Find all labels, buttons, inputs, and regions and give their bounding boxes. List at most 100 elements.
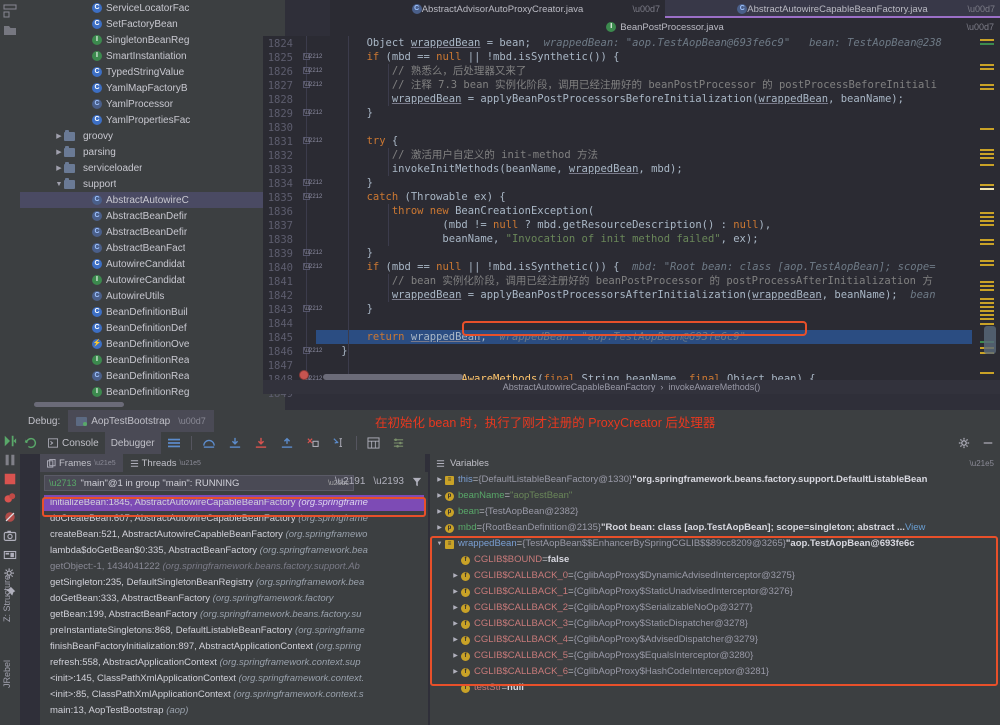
collapse-arrow-icon[interactable]: ▼	[434, 536, 445, 552]
close-icon[interactable]: \u00d7	[967, 4, 995, 14]
subtab-frames[interactable]: Frames \u21e5	[40, 454, 123, 472]
pause-program-icon[interactable]	[3, 453, 17, 467]
code-text-area[interactable]: Object wrappedBean = bean; wrappedBean: …	[316, 36, 972, 381]
code-line[interactable]: throw new BeanCreationException(	[316, 204, 972, 218]
editor-tab-abstract-advisor-auto-proxy-creator[interactable]: C AbstractAdvisorAutoProxyCreator.java \…	[330, 0, 665, 18]
frame-row[interactable]: initializeBean:1845, AbstractAutowireCap…	[44, 495, 424, 511]
code-line[interactable]: }	[316, 106, 972, 120]
drop-frame-button[interactable]	[300, 432, 326, 454]
tree-item[interactable]: ▶ serviceloader	[20, 160, 285, 176]
tree-item[interactable]: C BeanDefinitionBuil	[20, 304, 285, 320]
move-up-icon[interactable]: \u2191	[335, 476, 366, 487]
step-over-button[interactable]	[196, 432, 222, 454]
fold-marker[interactable]: \u2212	[303, 179, 322, 186]
frame-row[interactable]: getBean:199, AbstractBeanFactory (org.sp…	[44, 607, 424, 623]
variable-row[interactable]: ▶ p beanName = "aopTestBean"	[430, 488, 1000, 504]
tree-item[interactable]: C BeanDefinitionDef	[20, 320, 285, 336]
code-line[interactable]: wrappedBean = applyBeanPostProcessorsBef…	[316, 92, 972, 106]
fold-marker[interactable]: \u2212	[303, 305, 322, 312]
code-line[interactable]: }	[316, 246, 972, 260]
tree-item[interactable]: C BeanDefinitionRea	[20, 368, 285, 384]
folder-icon[interactable]	[2, 22, 18, 38]
tree-item[interactable]: I SmartInstantiation	[20, 48, 285, 64]
variable-row[interactable]: ▶ f CGLIB$CALLBACK_6 = {CglibAopProxy$Hash…	[430, 664, 1000, 680]
variables-panel[interactable]: ▶ ≡ this = {DefaultListableBeanFactory@133…	[430, 472, 1000, 725]
tree-item[interactable]: ▶ groovy	[20, 128, 285, 144]
editor-right-gutter[interactable]	[972, 36, 1000, 394]
tree-item[interactable]: C AutowireCandidat	[20, 256, 285, 272]
fold-marker[interactable]: \u2212	[303, 53, 322, 60]
expand-arrow-icon[interactable]: ▶	[54, 148, 64, 156]
expand-arrow-icon[interactable]: ▶	[434, 520, 445, 536]
breadcrumb-method[interactable]: invokeAwareMethods()	[668, 382, 760, 392]
code-line[interactable]: invokeInitMethods(beanName, wrappedBean,…	[316, 162, 972, 176]
variable-row[interactable]: ▶ p bean = {TestAopBean@2382}	[430, 504, 1000, 520]
structure-tool-label[interactable]: Z: Structure	[2, 575, 12, 622]
breadcrumb-class[interactable]: AbstractAutowireCapableBeanFactory	[503, 382, 656, 392]
code-line[interactable]: }	[316, 344, 972, 358]
editor-tab-abstract-autowire-capable-bean-factory[interactable]: C AbstractAutowireCapableBeanFactory.jav…	[665, 0, 1000, 18]
code-line[interactable]: wrappedBean = applyBeanPostProcessorsAft…	[316, 288, 972, 302]
project-tree-hscrollbar[interactable]	[34, 402, 124, 407]
frame-row[interactable]: <init>:85, ClassPathXmlApplicationContex…	[44, 687, 424, 703]
expand-arrow-icon[interactable]: ▶	[450, 648, 461, 664]
view-breakpoints-icon[interactable]	[3, 491, 17, 505]
editor-tab-bean-post-processor[interactable]: I BeanPostProcessor.java \u00d7	[330, 18, 1000, 36]
hide-panel-button[interactable]	[976, 432, 1000, 454]
fold-marker[interactable]: \u2212	[303, 109, 322, 116]
tree-item[interactable]: ▼ support	[20, 176, 285, 192]
mute-breakpoints-rail-icon[interactable]	[3, 510, 17, 524]
expand-arrow-icon[interactable]: ▶	[450, 664, 461, 680]
expand-arrow-icon[interactable]: ▶	[450, 584, 461, 600]
tree-item[interactable]: I BeanDefinitionReg	[20, 384, 285, 400]
code-line[interactable]: beanName, "Invocation of init method fai…	[316, 232, 972, 246]
variables-list[interactable]: ▶ ≡ this = {DefaultListableBeanFactory@133…	[430, 472, 1000, 696]
tree-item[interactable]: C YamlMapFactoryB	[20, 80, 285, 96]
view-link[interactable]: View	[905, 520, 925, 536]
variable-row[interactable]: ▶ f CGLIB$CALLBACK_1 = {CglibAopProxy$Stat…	[430, 584, 1000, 600]
variable-row[interactable]: f testStr = null	[430, 680, 1000, 696]
expand-arrow-icon[interactable]: ▶	[434, 472, 445, 488]
tree-item[interactable]: ▶ parsing	[20, 144, 285, 160]
code-line[interactable]: }	[316, 302, 972, 316]
expand-arrow-icon[interactable]: ▶	[450, 632, 461, 648]
code-line[interactable]: if (mbd == null || !mbd.isSynthetic()) {…	[316, 260, 972, 274]
tree-item[interactable]: I SingletonBeanReg	[20, 32, 285, 48]
tree-item[interactable]: C ServiceLocatorFac	[20, 0, 285, 16]
subtab-threads[interactable]: Threads \u21e5	[123, 454, 208, 472]
tree-item[interactable]: C TypedStringValue	[20, 64, 285, 80]
fold-marker[interactable]: \u2212	[303, 67, 322, 74]
debug-action-rail[interactable]: Z: Structure JRebel	[0, 410, 20, 725]
step-out-button[interactable]	[274, 432, 300, 454]
camera-icon[interactable]	[3, 529, 17, 543]
frame-row[interactable]: doGetBean:333, AbstractBeanFactory (org.…	[44, 591, 424, 607]
code-line[interactable]: catch (Throwable ex) {	[316, 190, 972, 204]
project-tree-panel[interactable]: C ServiceLocatorFac C SetFactoryBean I Single…	[20, 0, 285, 410]
frame-row[interactable]: getSingleton:235, DefaultSingletonBeanRe…	[44, 575, 424, 591]
code-line[interactable]: try {	[316, 134, 972, 148]
tree-item[interactable]: I AutowireCandidat	[20, 272, 285, 288]
frame-row[interactable]: lambda$doGetBean$0:335, AbstractBeanFact…	[44, 543, 424, 559]
code-line[interactable]: // bean 实例化阶段，调用已经注册好的 beanPostProcessor…	[316, 274, 972, 288]
tree-item[interactable]: C AbstractBeanDefir	[20, 224, 285, 240]
variable-row[interactable]: ▶ f CGLIB$CALLBACK_5 = {CglibAopProxy$Equa…	[430, 648, 1000, 664]
filter-icon[interactable]	[412, 477, 422, 487]
expand-arrow-icon[interactable]: ▶	[54, 164, 64, 172]
code-line[interactable]: if (mbd == null || !mbd.isSynthetic()) {	[316, 50, 972, 64]
variable-row[interactable]: ▶ p mbd = {RootBeanDefinition@2135} "Root …	[430, 520, 1000, 536]
breadcrumb[interactable]: AbstractAutowireCapableBeanFactory › inv…	[263, 380, 1000, 394]
fold-marker[interactable]: \u2212	[303, 81, 322, 88]
expand-arrow-icon[interactable]: ▶	[434, 488, 445, 504]
close-icon[interactable]: \u00d7	[966, 22, 994, 32]
code-line[interactable]: }	[316, 176, 972, 190]
fold-marker[interactable]: \u2212	[303, 263, 322, 270]
project-tree-list[interactable]: C ServiceLocatorFac C SetFactoryBean I Single…	[20, 0, 285, 400]
code-line[interactable]: return wrappedBean; wrappedBean: "aop.Te…	[316, 330, 972, 344]
frames-list[interactable]: initializeBean:1845, AbstractAutowireCap…	[44, 495, 424, 723]
fold-gutter[interactable]: \u2212 \u2212 \u2212 \u2212 \u2212 \u221…	[296, 36, 322, 394]
variable-row[interactable]: ▶ f CGLIB$CALLBACK_2 = {CglibAopProxy$Seri…	[430, 600, 1000, 616]
frames-panel[interactable]: \u2713 "main"@1 in group "main": RUNNING…	[40, 472, 428, 725]
code-line[interactable]: // 熟悉么，后处理器又来了	[316, 64, 972, 78]
stop-program-icon[interactable]	[3, 472, 17, 486]
expand-arrow-icon[interactable]: ▶	[450, 568, 461, 584]
